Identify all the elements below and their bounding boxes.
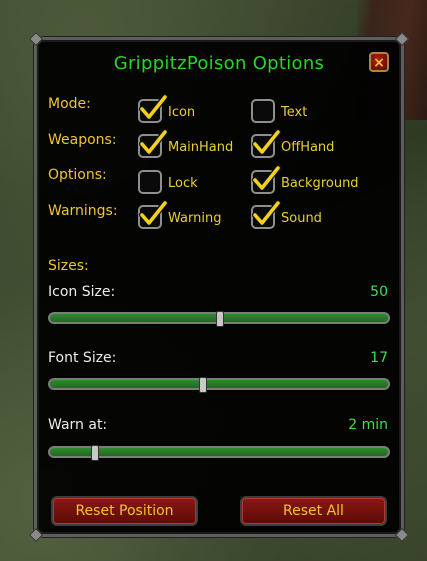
checkmark-icon — [252, 200, 281, 226]
weapons-label: Weapons: — [48, 132, 117, 148]
options-background-checkbox[interactable] — [251, 165, 281, 194]
warnings-warning-checkbox[interactable] — [138, 200, 168, 229]
weapons-mainhand-checkbox[interactable] — [138, 129, 168, 158]
warnings-warning-label: Warning — [168, 211, 222, 226]
window-title: GrippitzPoison Options — [113, 53, 325, 74]
icon-size-slider[interactable] — [48, 311, 390, 327]
font-size-label: Font Size: — [48, 350, 117, 366]
mode-icon-checkbox[interactable] — [138, 94, 168, 123]
warnings-sound-checkbox[interactable] — [251, 200, 281, 229]
options-window: GrippitzPoison Options × Mode: Icon Text… — [28, 31, 410, 543]
checkmark-icon — [139, 129, 168, 155]
font-size-slider-thumb[interactable] — [199, 377, 208, 393]
checkmark-icon — [139, 200, 168, 226]
corner-ornament — [28, 31, 44, 47]
reset-position-button[interactable]: Reset Position — [51, 496, 198, 526]
warnings-sound-label: Sound — [281, 211, 322, 226]
options-background-label: Background — [281, 176, 359, 191]
font-size-value: 17 — [370, 350, 388, 366]
checkmark-icon — [252, 129, 281, 155]
close-button[interactable]: × — [369, 52, 389, 72]
mode-label: Mode: — [48, 96, 91, 112]
options-lock-label: Lock — [168, 176, 198, 191]
warn-at-value: 2 min — [348, 417, 388, 433]
icon-size-label: Icon Size: — [48, 284, 116, 300]
corner-ornament — [28, 527, 44, 543]
options-lock-checkbox[interactable] — [138, 170, 162, 194]
warn-at-slider[interactable] — [48, 445, 390, 461]
warn-at-slider-thumb[interactable] — [90, 445, 99, 461]
weapons-offhand-checkbox[interactable] — [251, 129, 281, 158]
corner-ornament — [394, 527, 410, 543]
reset-all-button[interactable]: Reset All — [240, 496, 387, 526]
warnings-label: Warnings: — [48, 203, 118, 219]
weapons-offhand-label: OffHand — [281, 140, 335, 155]
mode-icon-label: Icon — [168, 105, 196, 120]
warn-at-label: Warn at: — [48, 417, 108, 433]
mode-text-checkbox[interactable] — [251, 99, 275, 123]
options-label: Options: — [48, 167, 107, 183]
font-size-slider[interactable] — [48, 377, 390, 393]
icon-size-value: 50 — [370, 284, 388, 300]
icon-size-slider-thumb[interactable] — [216, 311, 224, 327]
mode-text-label: Text — [281, 105, 308, 120]
checkmark-icon — [252, 165, 281, 191]
sizes-heading: Sizes: — [48, 258, 89, 274]
weapons-mainhand-label: MainHand — [168, 140, 234, 155]
checkmark-icon — [139, 94, 168, 120]
